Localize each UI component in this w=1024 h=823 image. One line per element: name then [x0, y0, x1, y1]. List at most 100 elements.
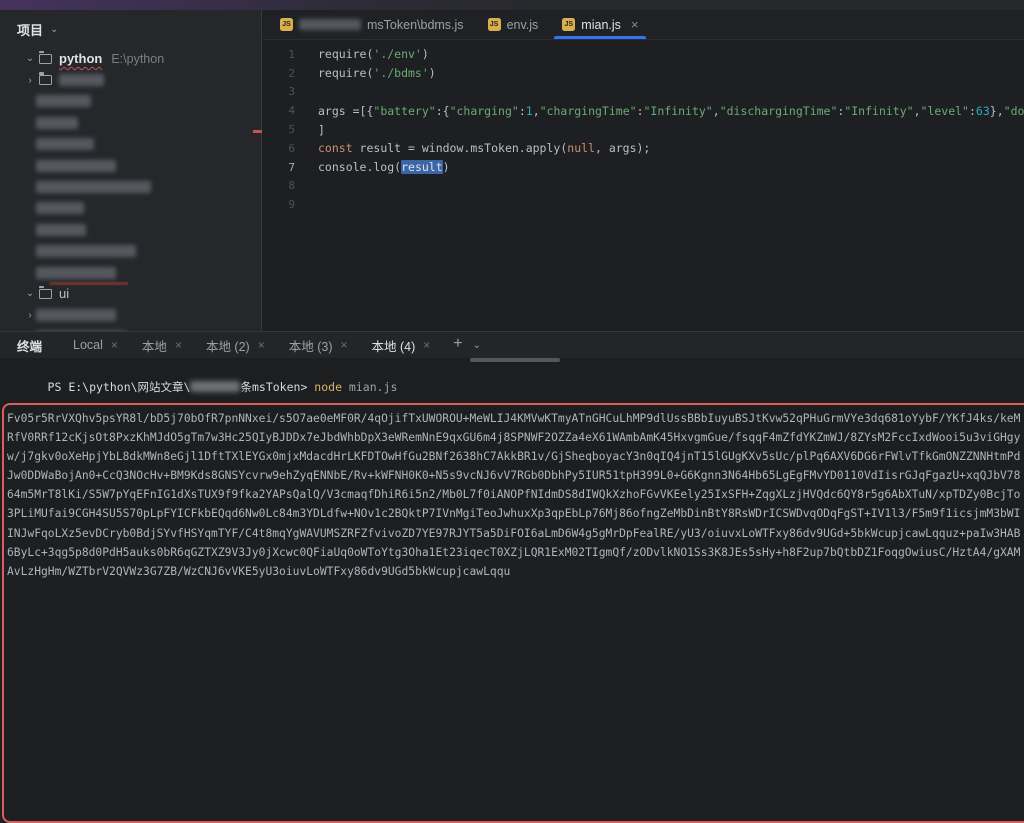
terminal-dropdown-icon[interactable]: ⌄ — [473, 340, 481, 351]
line-number: 1 — [263, 48, 295, 61]
blurred-item-name — [36, 95, 91, 107]
blurred-item-name — [36, 181, 151, 193]
project-tree-item[interactable] — [0, 134, 261, 155]
terminal-tab-label: 本地 (2) — [206, 336, 250, 355]
blurred-item-name — [36, 117, 78, 129]
line-number: 7 — [263, 161, 295, 174]
code-token: "Infinity" — [644, 104, 713, 118]
code-line[interactable]: 9 — [263, 195, 1024, 214]
project-tree-item[interactable]: › — [0, 305, 261, 326]
code-line[interactable]: 3 — [263, 83, 1024, 102]
project-panel-title: 项目 — [17, 20, 43, 39]
terminal-tab[interactable]: 本地 (3)× — [284, 336, 353, 355]
line-number: 6 — [263, 142, 295, 155]
editor-tab[interactable]: JSmsToken\bdms.js — [268, 10, 476, 39]
code-token: : — [519, 104, 526, 118]
code-line[interactable]: 2require('./bdms') — [263, 64, 1024, 83]
close-icon[interactable]: × — [423, 338, 430, 352]
code-token: ) — [443, 160, 450, 174]
project-tree-item[interactable] — [0, 198, 261, 219]
folder-icon — [39, 289, 52, 299]
terminal-tab[interactable]: Local× — [68, 338, 123, 352]
close-icon[interactable]: × — [341, 338, 348, 352]
red-underline-mark — [50, 282, 128, 285]
blurred-path-segment — [190, 381, 240, 392]
blurred-item-name — [36, 202, 84, 214]
terminal-tab[interactable]: 本地 (2) × — [201, 336, 270, 355]
editor-area: JSmsToken\bdms.jsJSenv.jsJSmian.js× 1 req… — [263, 10, 1024, 331]
terminal-output-line: 64m5MrT8lKi/S5W7pYqEFnIG1dXsTUX9f9fka2YA… — [7, 485, 1020, 504]
terminal-output-text: Fv05r5RrVXQhv5psYR8l/bD5j70bOfR7pnNNxei/… — [7, 409, 1020, 581]
project-root-name: python — [59, 51, 102, 66]
project-tree-item[interactable]: › — [0, 69, 261, 90]
terminal-panel-title: 终端 — [17, 336, 42, 355]
code-token: "doc — [1004, 104, 1024, 118]
blurred-item-name — [36, 160, 116, 172]
terminal-output-line: Jw0DDWaBojAn0+CcQ3NOcHv+BM9Kds8GNSYcvrw9… — [7, 466, 1020, 485]
code-token: const — [318, 141, 360, 155]
terminal-tab[interactable]: 本地 (4) × — [367, 336, 436, 355]
project-panel-header[interactable]: 项目 ⌄ — [0, 10, 261, 39]
chevron-icon[interactable]: ⌄ — [24, 288, 36, 299]
code-token: ) — [422, 47, 429, 61]
code-token: 1 — [526, 104, 533, 118]
close-icon[interactable]: × — [631, 17, 639, 32]
terminal-tab[interactable]: 本地 × — [137, 336, 187, 355]
editor-tab[interactable]: JSenv.js — [476, 10, 551, 39]
chevron-down-icon[interactable]: ⌄ — [50, 24, 58, 35]
project-tree-item[interactable]: ⌄pythonE:\python — [0, 48, 261, 69]
code-line[interactable]: 8 — [263, 177, 1024, 196]
code-text: console.log(result) — [318, 160, 450, 174]
code-editor[interactable]: 1 require('./env') 2require('./bdms')34arg… — [263, 40, 1024, 214]
terminal-output-line: Fv05r5RrVXQhv5psYR8l/bD5j70bOfR7pnNNxei/… — [7, 409, 1020, 428]
terminal-tab-bar: 终端 Local×本地×本地 (2)×本地 (3)×本地 (4)× + ⌄ — [0, 332, 1024, 358]
terminal-tab-label: 本地 (4) — [372, 336, 416, 355]
chevron-icon[interactable]: › — [24, 75, 36, 86]
terminal-output-line: AvLzHgHm/WZTbrV2QVWz3G7ZB/WzCNJ6vVKE5yU3… — [7, 562, 1020, 581]
terminal-output-line: w/j7gkv0oXeHpjYbL8dkMWn8eGjl1DftTXlEYGx0… — [7, 447, 1020, 466]
project-tree-item[interactable] — [0, 91, 261, 112]
code-token: null — [567, 141, 595, 155]
new-terminal-button[interactable]: + — [453, 335, 462, 353]
blurred-item-name — [36, 309, 116, 321]
code-token: : — [969, 104, 976, 118]
code-line[interactable]: 5] — [263, 120, 1024, 139]
scrollbar-thumb[interactable] — [470, 358, 560, 362]
project-tree-item[interactable] — [0, 219, 261, 240]
tab-label: msToken\bdms.js — [367, 18, 464, 32]
close-icon[interactable]: × — [258, 338, 265, 352]
chevron-icon[interactable]: › — [24, 310, 36, 321]
line-number: 5 — [263, 123, 295, 136]
code-text: require('./bdms') — [318, 66, 436, 80]
project-tree-item[interactable] — [0, 155, 261, 176]
editor-tab[interactable]: JSmian.js× — [550, 10, 650, 39]
code-line[interactable]: 4args =[{"battery":{"charging":1,"chargi… — [263, 101, 1024, 120]
project-tree-item[interactable] — [0, 262, 261, 283]
chevron-icon[interactable]: ⌄ — [24, 53, 36, 64]
terminal-tab-label: 本地 — [142, 336, 167, 355]
terminal-output-area[interactable]: PS E:\python\网站文章\条msToken> node mian.js… — [0, 358, 1024, 539]
code-text: require('./env') — [318, 47, 429, 61]
project-tree-item[interactable] — [0, 176, 261, 197]
code-token: 63 — [976, 104, 990, 118]
blurred-item-name — [36, 267, 116, 279]
blurred-item-name — [36, 224, 86, 236]
code-token: , args); — [595, 141, 650, 155]
code-text: args =[{"battery":{"charging":1,"chargin… — [318, 104, 1024, 118]
code-token: './env' — [373, 47, 421, 61]
line-number: 8 — [263, 179, 295, 192]
code-line[interactable]: 1 require('./env') — [263, 45, 1024, 64]
terminal-output-line: RfV0RRf12cKjsOt8PxzKhMJdO5gTm7w3Hc25QIyB… — [7, 428, 1020, 447]
close-icon[interactable]: × — [111, 338, 118, 352]
project-tree-item[interactable] — [0, 241, 261, 262]
project-tree-item[interactable]: ⌄ui — [0, 283, 261, 304]
project-tree-item[interactable] — [0, 112, 261, 133]
code-token: require( — [318, 47, 373, 61]
code-line[interactable]: 6const result = window.msToken.apply(nul… — [263, 139, 1024, 158]
code-line[interactable]: 7 console.log(result) — [263, 158, 1024, 177]
code-token: "level" — [921, 104, 969, 118]
project-tree: ⌄pythonE:\python›⌄ui› — [0, 48, 261, 347]
close-icon[interactable]: × — [175, 338, 182, 352]
code-token: args =[{ — [318, 104, 373, 118]
code-token: './bdms' — [373, 66, 428, 80]
